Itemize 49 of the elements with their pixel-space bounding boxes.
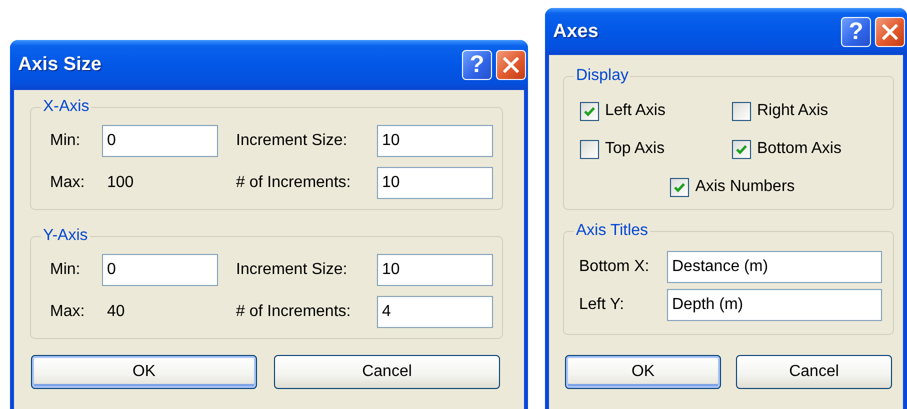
checkmark-icon [583, 104, 596, 118]
input-field[interactable]: 10 [377, 167, 493, 199]
group-label: Display [575, 67, 630, 85]
checkmark-icon [673, 180, 686, 194]
close-button[interactable] [496, 50, 526, 80]
dialog-button[interactable]: OK [565, 355, 721, 389]
help-button[interactable]: ? [462, 50, 492, 80]
field-label: Increment Size: [235, 261, 348, 279]
field-label: # of Increments: [235, 303, 352, 321]
dialog-button[interactable]: OK [31, 355, 257, 389]
checkbox-label: Right Axis [757, 102, 828, 120]
checkbox[interactable] [732, 102, 751, 120]
field-label: Max: [50, 303, 86, 321]
checkbox[interactable] [732, 140, 751, 158]
field-label: # of Increments: [235, 174, 352, 192]
checkbox-label: Bottom Axis [757, 140, 842, 158]
input-field[interactable]: 10 [377, 254, 493, 286]
input-field[interactable]: 0 [102, 254, 218, 286]
field-label: Min: [50, 132, 82, 150]
group-label: Y-Axis [42, 227, 89, 245]
checkbox[interactable] [580, 102, 599, 120]
checkmark-icon [735, 142, 748, 156]
input-field[interactable]: 10 [377, 125, 493, 157]
field-label: Min: [50, 261, 82, 279]
checkbox-label: Axis Numbers [695, 178, 795, 196]
input-field[interactable]: Destance (m) [667, 251, 882, 283]
checkbox[interactable] [580, 140, 599, 158]
checkbox-label: Left Axis [605, 102, 666, 120]
input-field[interactable]: 4 [377, 296, 493, 328]
max-value: 100 [106, 174, 135, 192]
field-label: Bottom X: [579, 258, 650, 276]
group-label: X-Axis [42, 98, 90, 116]
window-title: Axes [553, 20, 600, 42]
field-label: Increment Size: [235, 132, 348, 150]
close-button[interactable] [875, 16, 905, 46]
checkbox-label: Top Axis [605, 140, 665, 158]
close-icon [882, 24, 898, 40]
dialog-button[interactable]: Cancel [736, 355, 892, 389]
help-button[interactable]: ? [841, 16, 871, 46]
dialog-button[interactable]: Cancel [274, 355, 500, 389]
input-field[interactable]: Depth (m) [667, 289, 882, 321]
field-label: Max: [50, 174, 86, 192]
max-value: 40 [106, 303, 126, 321]
field-label: Left Y: [579, 296, 626, 314]
input-field[interactable]: 0 [102, 125, 218, 157]
close-icon [503, 57, 519, 73]
window-title: Axis Size [18, 54, 102, 76]
checkbox[interactable] [670, 178, 690, 196]
group-label: Axis Titles [575, 222, 650, 240]
